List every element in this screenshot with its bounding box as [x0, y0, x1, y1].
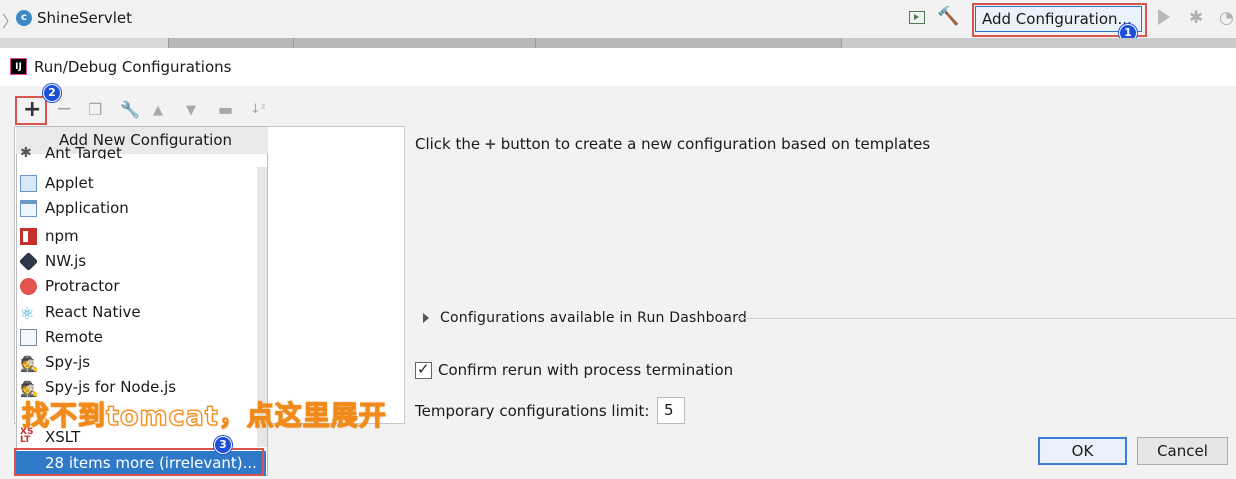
spy-icon: 🕵	[20, 355, 39, 373]
editor-tab[interactable]	[0, 38, 169, 48]
add-configuration-button[interactable]: Add Configuration...	[975, 6, 1142, 32]
editor-tab[interactable]	[169, 38, 294, 48]
ok-button[interactable]: OK	[1038, 437, 1127, 465]
popup-item-applet[interactable]: Applet	[20, 171, 256, 195]
intellij-logo-icon: IJ	[10, 58, 27, 75]
add-icon[interactable]: +	[23, 97, 41, 122]
annotation-overlay-text: 找不到tomcat，点这里展开	[21, 400, 387, 432]
hint-plus-icon: +	[484, 135, 497, 153]
hint-text-start: Click the	[415, 135, 481, 153]
remote-icon	[20, 329, 37, 346]
confirm-rerun-label[interactable]: Confirm rerun with process termination	[438, 361, 733, 379]
debug-icon[interactable]: ✱	[1189, 8, 1203, 28]
popup-item-nwjs[interactable]: NW.js	[18, 249, 256, 273]
run-dashboard-section[interactable]: Configurations available in Run Dashboar…	[440, 310, 747, 326]
remove-icon[interactable]: −	[56, 96, 73, 120]
nwjs-icon	[18, 251, 39, 272]
copy-icon[interactable]: ❐	[88, 100, 102, 119]
hint-text-end: button to create a new configuration bas…	[500, 135, 931, 153]
npm-icon	[20, 228, 37, 245]
popup-item-spy-js[interactable]: 🕵 Spy-js	[20, 350, 256, 374]
applet-icon	[20, 175, 37, 192]
wrench-icon[interactable]: 🔧	[120, 100, 140, 119]
move-up-icon[interactable]: ▲	[153, 103, 163, 118]
popup-item-protractor[interactable]: Protractor	[20, 274, 256, 298]
popup-item-remote[interactable]: Remote	[20, 325, 256, 349]
protractor-icon	[20, 278, 37, 295]
popup-item-react-native[interactable]: ⚛ React Native	[20, 300, 256, 324]
popup-item-npm[interactable]: npm	[20, 224, 256, 248]
editor-tab[interactable]	[536, 38, 842, 48]
section-divider	[737, 318, 1236, 319]
temp-limit-label: Temporary configurations limit:	[415, 402, 650, 420]
coverage-icon[interactable]: ◔	[1219, 8, 1234, 28]
expand-arrow-icon[interactable]	[423, 313, 429, 323]
popup-item-application[interactable]: Application	[20, 196, 256, 220]
ant-icon: ✱	[20, 147, 32, 159]
spy-node-icon: 🕵	[20, 380, 39, 398]
application-icon	[20, 200, 37, 217]
folder-icon[interactable]: ▬	[218, 100, 233, 119]
sort-icon[interactable]: ↓ᶻ	[250, 102, 266, 117]
move-down-icon[interactable]: ▼	[186, 103, 196, 118]
cancel-button[interactable]: Cancel	[1137, 437, 1228, 465]
empty-state-hint: Click the + button to create a new configu…	[415, 135, 930, 153]
popup-item-ant-target[interactable]: ✱ Ant Target	[20, 147, 256, 159]
step-badge-3: 3	[214, 436, 232, 454]
dialog-title: Run/Debug Configurations	[34, 58, 232, 76]
checkmark-icon: ✓	[417, 360, 430, 378]
class-icon: c	[16, 10, 32, 26]
editor-tab-strip	[0, 38, 1236, 48]
react-icon: ⚛	[20, 304, 35, 323]
temp-limit-input[interactable]: 5	[657, 397, 685, 424]
run-icon[interactable]	[1158, 9, 1170, 25]
hammer-icon[interactable]: 🔨	[937, 6, 959, 27]
terminal-icon[interactable]	[909, 11, 925, 24]
editor-tab[interactable]	[294, 38, 536, 48]
breadcrumb[interactable]: ShineServlet	[37, 9, 132, 27]
